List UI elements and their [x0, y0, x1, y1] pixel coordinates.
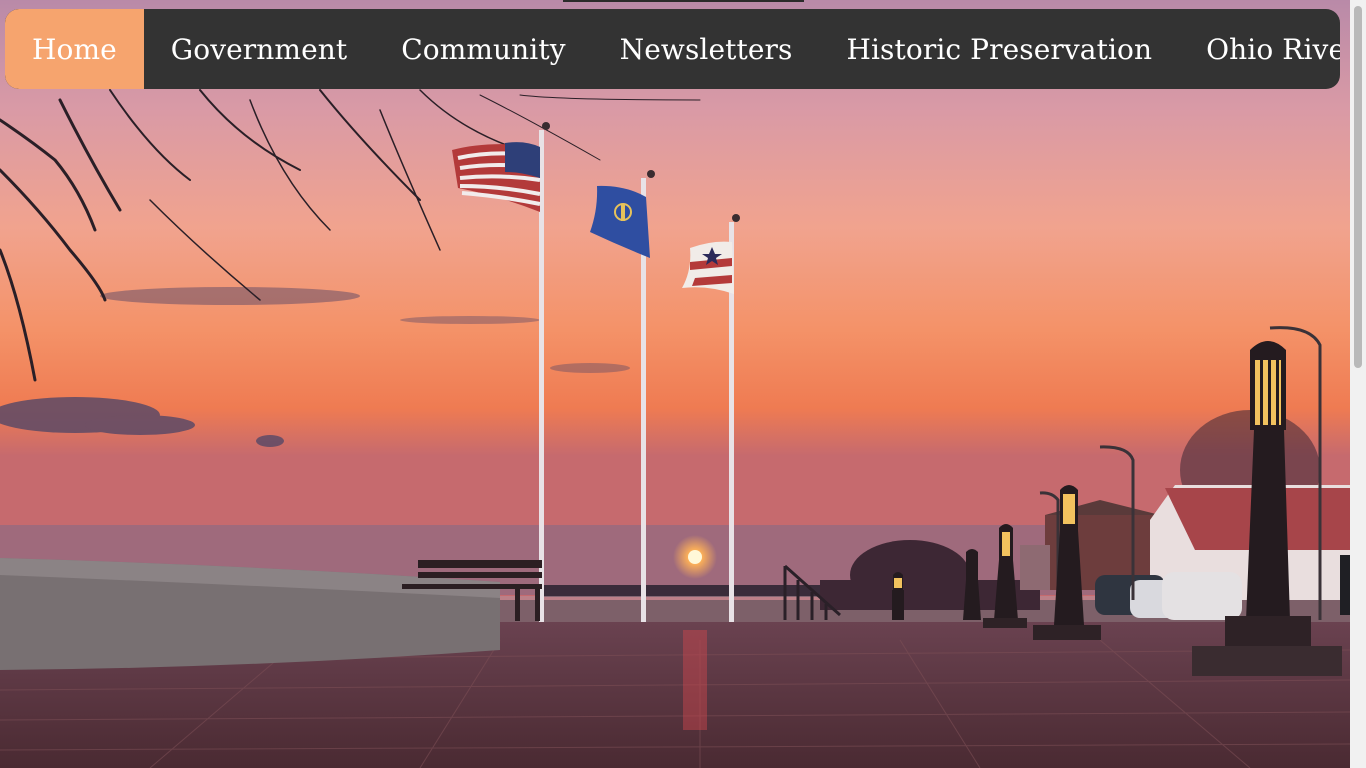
- nav-home[interactable]: Home: [5, 9, 144, 89]
- hero-image: [0, 0, 1350, 768]
- scrollbar-thumb[interactable]: [1354, 6, 1362, 368]
- nav-historic-preservation[interactable]: Historic Preservation: [819, 9, 1179, 89]
- nav-community[interactable]: Community: [374, 9, 592, 89]
- main-navbar: Home Government Community Newsletters Hi…: [5, 9, 1340, 89]
- top-divider: [563, 0, 804, 2]
- nav-ohio-river[interactable]: Ohio River: [1179, 9, 1340, 89]
- nav-government[interactable]: Government: [144, 9, 374, 89]
- vertical-scrollbar[interactable]: [1350, 0, 1366, 768]
- nav-newsletters[interactable]: Newsletters: [593, 9, 820, 89]
